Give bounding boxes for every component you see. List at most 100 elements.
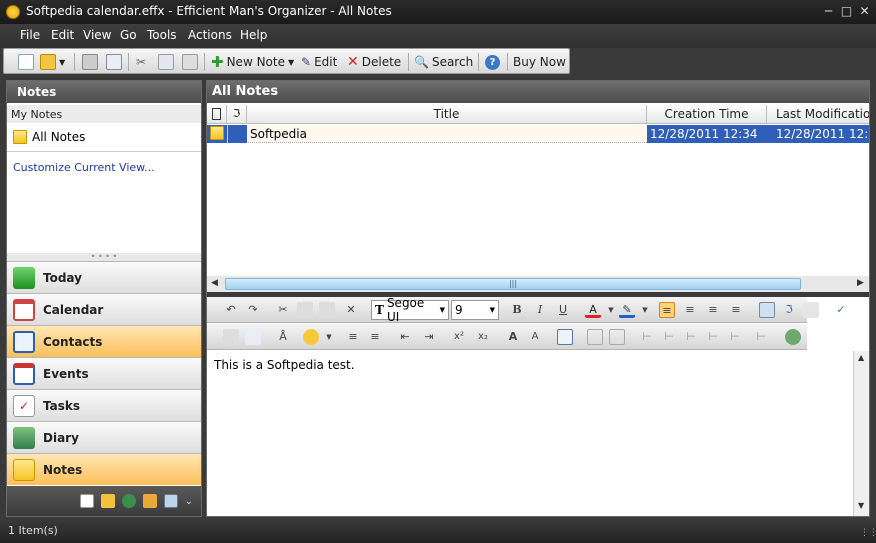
numbered-list-icon[interactable]: ≡ <box>367 329 383 345</box>
menu-file[interactable]: File <box>20 28 40 42</box>
table-icon[interactable] <box>609 329 625 345</box>
cut-icon[interactable]: ✂ <box>136 52 146 72</box>
redo-icon[interactable]: ↷ <box>245 302 261 318</box>
globe-icon[interactable] <box>121 494 136 508</box>
font-color-icon[interactable]: A <box>585 302 601 318</box>
nav-notes[interactable]: Notes <box>7 453 201 485</box>
new-file-icon[interactable] <box>18 54 34 70</box>
italic-button[interactable]: I <box>532 302 548 318</box>
app-icon[interactable] <box>6 5 20 19</box>
scroll-down-icon[interactable]: ▼ <box>858 501 864 510</box>
table-row[interactable]: Softpedia 12/28/2011 12:34 PM 12/28/2011… <box>207 125 869 155</box>
print-icon[interactable] <box>82 54 98 70</box>
scroll-left-icon[interactable]: ◀ <box>211 278 218 288</box>
table-icon[interactable]: ⊢ <box>639 329 655 345</box>
search-icon[interactable] <box>142 494 157 508</box>
subscript-icon[interactable]: x₂ <box>475 329 491 345</box>
pane-splitter[interactable]: • • • • <box>7 253 201 261</box>
scroll-right-icon[interactable]: ▶ <box>857 278 864 288</box>
copy-icon[interactable] <box>297 302 313 318</box>
menu-tools[interactable]: Tools <box>147 28 177 42</box>
minimize-button[interactable]: ─ <box>820 3 837 20</box>
table-icon[interactable]: ⊢ <box>753 329 769 345</box>
align-right-icon[interactable]: ≡ <box>705 302 721 318</box>
bold-button[interactable]: B <box>509 302 525 318</box>
chevron-down-icon[interactable]: ▼ <box>321 329 337 345</box>
find-icon[interactable] <box>223 329 239 345</box>
table-icon[interactable]: ⊢ <box>727 329 743 345</box>
paste-icon[interactable] <box>319 302 335 318</box>
replace-icon[interactable] <box>245 329 261 345</box>
edit-button[interactable]: ✎ Edit <box>301 52 337 72</box>
key-icon[interactable] <box>100 494 115 508</box>
underline-button[interactable]: U <box>555 302 571 318</box>
maximize-button[interactable]: □ <box>838 3 855 20</box>
shrink-font-icon[interactable]: A <box>527 329 543 345</box>
paste-icon[interactable] <box>182 54 198 70</box>
chevron-down-icon[interactable]: ▼ <box>603 302 619 318</box>
align-center-icon[interactable]: ≡ <box>682 302 698 318</box>
print-preview-icon[interactable] <box>106 54 122 70</box>
customize-view-link[interactable]: Customize Current View... <box>13 161 155 174</box>
chevron-down-icon[interactable]: ⌄ <box>185 496 193 507</box>
superscript-icon[interactable]: x² <box>451 329 467 345</box>
column-title[interactable]: Title <box>247 105 647 124</box>
help-button[interactable]: ? <box>485 52 500 72</box>
column-creation-time[interactable]: Creation Time <box>647 105 767 124</box>
undo-icon[interactable]: ↶ <box>223 302 239 318</box>
search-button[interactable]: 🔍 Search <box>414 52 473 72</box>
grow-font-icon[interactable]: A <box>505 329 521 345</box>
buy-now-button[interactable]: Buy Now <box>513 52 566 72</box>
chevron-down-icon[interactable]: ▼ <box>637 302 653 318</box>
menu-go[interactable]: Go <box>120 28 137 42</box>
spelling-icon[interactable]: Å <box>275 329 291 345</box>
copy-icon[interactable] <box>158 54 174 70</box>
hyperlink-icon[interactable] <box>785 329 801 345</box>
nav-tasks[interactable]: ✓ Tasks <box>7 389 201 421</box>
cut-icon[interactable]: ✂ <box>275 302 291 318</box>
all-notes-item[interactable]: All Notes <box>13 127 93 147</box>
align-left-icon[interactable]: ≡ <box>659 302 675 318</box>
vertical-scrollbar[interactable]: ▲ ▼ <box>853 351 869 516</box>
close-button[interactable]: ✕ <box>856 3 873 20</box>
emoticon-icon[interactable] <box>303 329 319 345</box>
highlight-icon[interactable]: ✎ <box>619 302 635 318</box>
note-body-text[interactable]: This is a Softpedia test. <box>214 358 355 372</box>
scroll-up-icon[interactable]: ▲ <box>858 353 864 362</box>
table-icon[interactable]: ⊢ <box>705 329 721 345</box>
column-icon[interactable] <box>207 105 227 124</box>
insert-image-icon[interactable] <box>759 302 775 318</box>
recycle-bin-icon[interactable] <box>163 494 178 508</box>
spell-check-icon[interactable]: ✓ <box>833 302 849 318</box>
nav-calendar[interactable]: Calendar <box>7 293 201 325</box>
menu-edit[interactable]: Edit <box>51 28 74 42</box>
bullet-list-icon[interactable]: ≡ <box>345 329 361 345</box>
font-size-select[interactable]: 9 ▼ <box>451 300 499 320</box>
table-icon[interactable] <box>587 329 603 345</box>
column-attachment[interactable]: ℑ <box>227 105 247 124</box>
justify-icon[interactable]: ≡ <box>728 302 744 318</box>
chevron-down-icon[interactable]: ▼ <box>288 58 294 67</box>
clear-format-icon[interactable]: ✕ <box>343 302 359 318</box>
column-last-modification[interactable]: Last Modification <box>767 105 869 124</box>
chevron-down-icon[interactable]: ▼ <box>59 58 65 67</box>
nav-today[interactable]: Today <box>7 261 201 293</box>
increase-indent-icon[interactable]: ⇥ <box>421 329 437 345</box>
decrease-indent-icon[interactable]: ⇤ <box>397 329 413 345</box>
menu-view[interactable]: View <box>83 28 111 42</box>
font-family-select[interactable]: T Segoe UI ▼ <box>371 296 449 324</box>
table-icon[interactable]: ⊢ <box>683 329 699 345</box>
nav-diary[interactable]: Diary <box>7 421 201 453</box>
note-editor[interactable]: This is a Softpedia test. <box>207 351 853 516</box>
menu-actions[interactable]: Actions <box>188 28 232 42</box>
table-icon[interactable]: ⊢ <box>661 329 677 345</box>
insert-table-icon[interactable] <box>557 329 573 345</box>
document-icon[interactable] <box>79 494 94 508</box>
horizontal-scrollbar[interactable]: ◀ ||| ▶ <box>207 276 869 292</box>
open-folder-icon[interactable] <box>40 54 56 70</box>
paperclip-icon[interactable]: ℑ <box>781 302 797 318</box>
delete-button[interactable]: ✕ Delete <box>347 52 401 72</box>
scroll-thumb[interactable]: ||| <box>225 278 801 290</box>
nav-contacts[interactable]: Contacts <box>7 325 201 357</box>
link-icon[interactable] <box>803 302 819 318</box>
